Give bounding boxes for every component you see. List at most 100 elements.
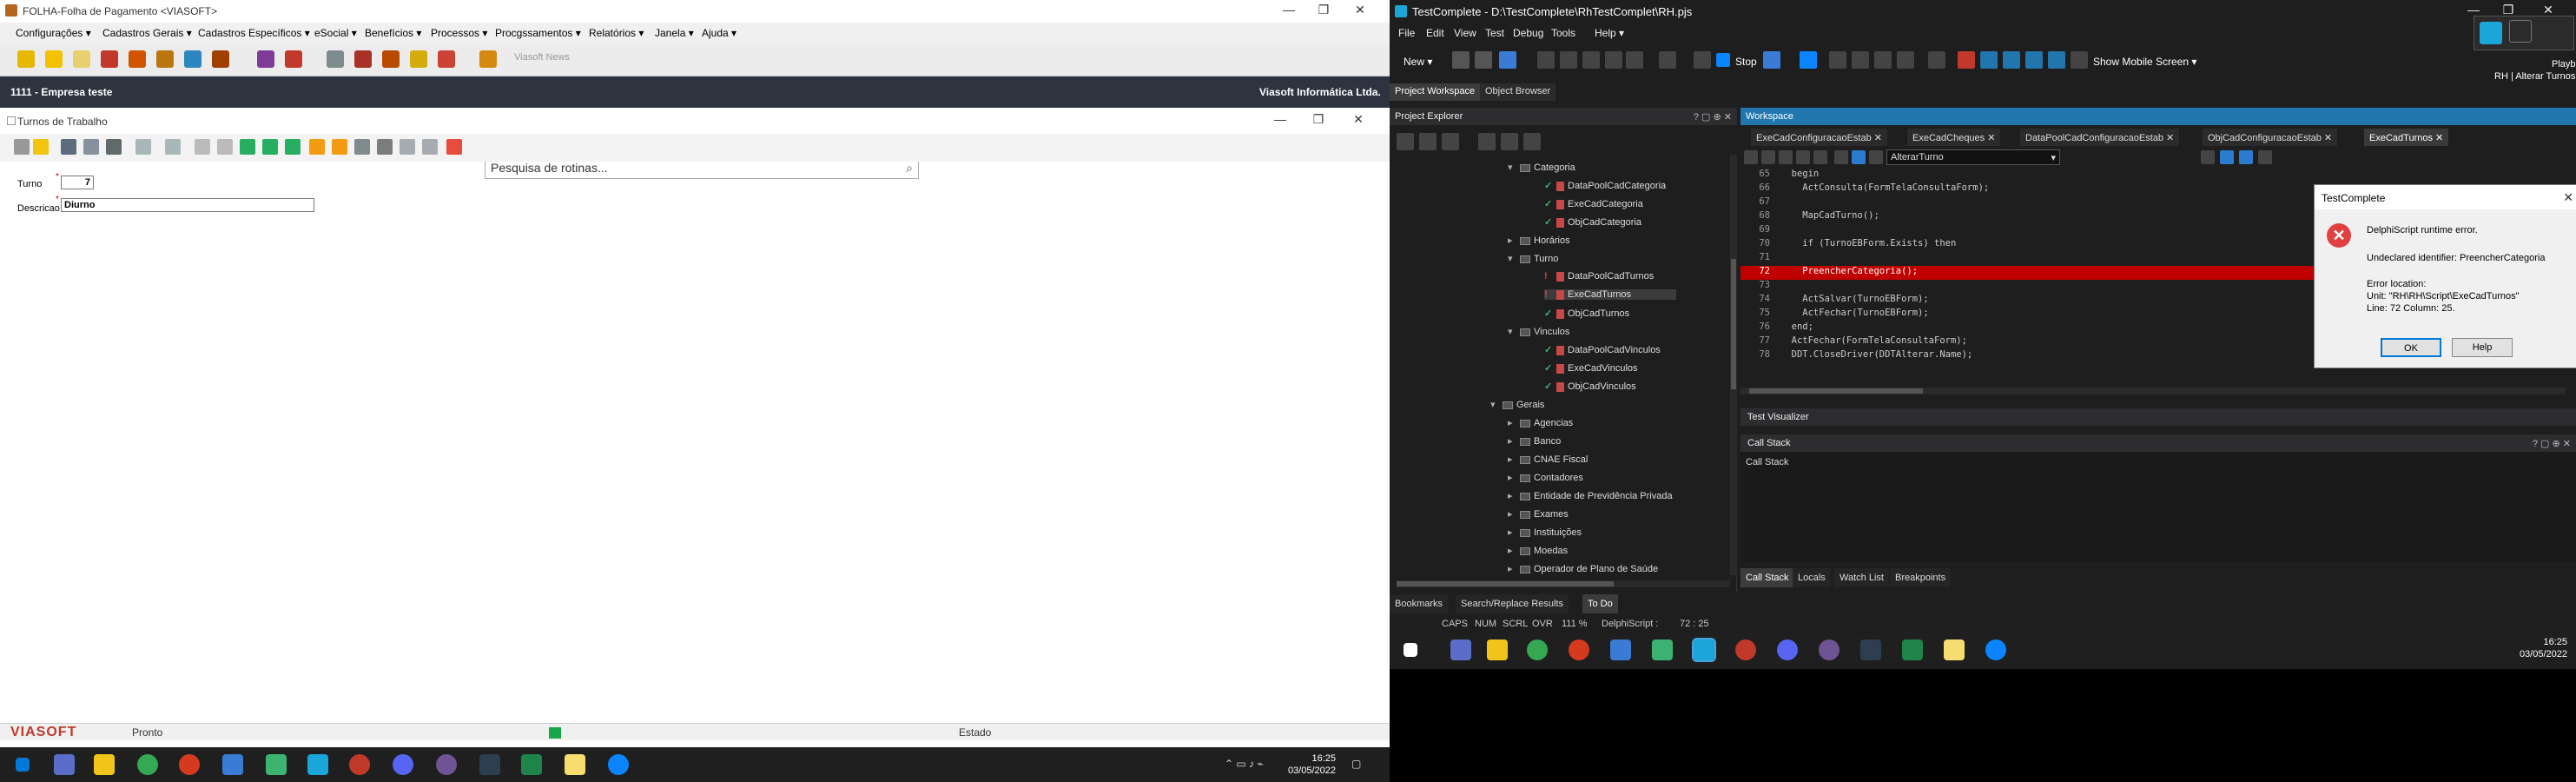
menu-view[interactable]: View [1454, 27, 1476, 39]
explorer-hscrollbar[interactable] [1397, 580, 1730, 587]
tree-folder[interactable]: ▸ Exames [1508, 508, 1569, 520]
debug-toggle-icon[interactable] [2220, 150, 2234, 164]
grid-icon[interactable] [61, 139, 76, 155]
tree-item[interactable]: ✓ ExeCadCategoria [1544, 198, 1643, 209]
briefcase-icon[interactable] [212, 50, 229, 68]
tree-folder[interactable]: ▾ Vinculos [1508, 326, 1569, 337]
delete-icon[interactable] [165, 139, 181, 155]
tree-folder[interactable]: ▸ Instituições [1508, 527, 1582, 538]
step-icon[interactable] [1829, 51, 1846, 69]
folder-icon[interactable] [17, 50, 35, 68]
person-icon[interactable] [285, 50, 302, 68]
tree-folder[interactable]: ▸ Agencias [1508, 417, 1573, 428]
descricao-field[interactable]: Diurno [61, 198, 314, 212]
tab-breakpoints[interactable]: Breakpoints [1890, 568, 1952, 587]
chrome-icon[interactable] [137, 754, 158, 775]
step-into-icon[interactable] [1874, 51, 1892, 69]
github-icon[interactable] [436, 754, 457, 775]
close-button[interactable]: ✕ [1344, 3, 1376, 17]
sticky-icon[interactable] [565, 754, 585, 775]
sub-minimize-button[interactable]: — [1265, 112, 1296, 126]
app-red-icon[interactable] [1735, 640, 1756, 660]
menu-tools[interactable]: Tools [1551, 27, 1575, 39]
refresh-icon[interactable] [285, 139, 301, 155]
search-icon[interactable]: ⌕ [906, 161, 913, 176]
menu-help[interactable]: Help ▾ [1595, 27, 1624, 39]
tree-item[interactable]: ✓ ObjCadTurnos [1544, 308, 1629, 319]
notification-icon[interactable]: ▢ [1351, 758, 1361, 770]
app-icon[interactable] [479, 754, 500, 775]
bug-blue-icon[interactable] [1980, 51, 1998, 69]
new-button[interactable]: New ▾ [1404, 56, 1432, 68]
minimize-button[interactable]: — [1273, 3, 1305, 17]
chrome-icon[interactable] [1527, 640, 1548, 660]
tree-item[interactable]: ✓ ObjCadCategoria [1544, 216, 1641, 228]
sub-close-button[interactable]: ✕ [1343, 112, 1374, 127]
home-icon[interactable] [101, 50, 118, 68]
maximize-button[interactable]: ❐ [1308, 3, 1339, 17]
tree-folder[interactable]: ▸ Entidade de Previdência Privada [1508, 490, 1673, 501]
tree-item[interactable]: ✓ ObjCadVinculos [1544, 381, 1636, 392]
nav-icon[interactable] [14, 139, 30, 155]
add-item-icon[interactable] [1419, 133, 1437, 150]
add-icon[interactable] [83, 139, 99, 155]
menu-file[interactable]: File [1398, 27, 1415, 39]
taskbar-app-icon[interactable] [1450, 640, 1471, 660]
menu-debug[interactable]: Debug [1513, 27, 1543, 39]
user-icon[interactable] [257, 50, 274, 68]
menu-janela[interactable]: Janela ▾ [655, 27, 694, 39]
tree-folder[interactable]: ▾ Turno [1508, 253, 1558, 264]
tools-icon[interactable] [327, 50, 344, 68]
tab-object-browser[interactable]: Object Browser [1480, 83, 1556, 101]
menu-ajuda[interactable]: Ajuda ▾ [702, 27, 736, 39]
tree-item[interactable]: ✓ DataPoolCadCategoria [1544, 180, 1666, 191]
filter-icon[interactable] [309, 139, 325, 155]
tab-bookmarks[interactable]: Bookmarks [1390, 594, 1449, 613]
stop-button[interactable]: Stop [1735, 56, 1757, 68]
checkpoint-icon[interactable] [1560, 51, 1577, 69]
tree-folder[interactable]: ▸ Horários [1508, 235, 1570, 246]
run-routine-icon[interactable] [2258, 150, 2272, 164]
save-icon[interactable] [106, 139, 122, 155]
tool-icon[interactable] [222, 754, 243, 775]
save-icon[interactable] [1475, 51, 1492, 69]
previous-icon[interactable] [217, 139, 233, 155]
notes-icon[interactable] [1902, 640, 1923, 660]
run-icon[interactable] [1659, 51, 1676, 69]
tab-todo[interactable]: To Do [1582, 594, 1618, 613]
tree-item[interactable]: ✓ ExeCadVinculos [1544, 362, 1638, 374]
testcomplete-icon[interactable] [307, 754, 328, 775]
next-icon[interactable] [240, 139, 255, 155]
tree-item-selected[interactable]: ! ExeCadTurnos [1544, 289, 1676, 300]
tree-folder[interactable]: ▸ CNAE Fiscal [1508, 454, 1588, 465]
play-icon[interactable] [1694, 51, 1711, 69]
editor-tab-active[interactable]: ExeCadTurnos ✕ [2364, 129, 2449, 146]
bug-web-icon[interactable] [2048, 51, 2065, 69]
edge-icon[interactable] [1985, 640, 2006, 660]
star-icon[interactable] [45, 50, 63, 68]
grid-icon[interactable] [1928, 51, 1945, 69]
back-icon[interactable] [1852, 150, 1866, 164]
dots-icon[interactable] [1652, 640, 1673, 660]
routine-dropdown[interactable]: AlterarTurno ▾ [1886, 149, 2060, 165]
explorer-scrollbar[interactable] [1730, 155, 1737, 575]
menu-processamentos[interactable]: Procgssamentos ▾ [495, 27, 581, 39]
map-icon[interactable] [1605, 51, 1622, 69]
editor-tab[interactable]: ExeCadConfiguracaoEstab ✕ [1751, 129, 1887, 146]
clock[interactable]: 16:25 03/05/2022 [1275, 752, 1336, 777]
help-button[interactable]: Help [2452, 338, 2513, 357]
new-record-icon[interactable] [33, 139, 49, 155]
menu-cadastros-gerais[interactable]: Cadastros Gerais ▾ [102, 27, 192, 39]
monitor-icon[interactable] [184, 50, 201, 68]
record-icon[interactable] [1537, 51, 1555, 69]
debug-icon[interactable] [1763, 51, 1780, 69]
uncomment-icon[interactable] [1796, 150, 1810, 164]
start-icon[interactable] [16, 758, 30, 772]
settings-icon[interactable] [1523, 133, 1541, 150]
playback-indicator[interactable] [2474, 16, 2574, 50]
forward-icon[interactable] [1869, 150, 1883, 164]
sticky-icon[interactable] [1944, 640, 1965, 660]
check-icon[interactable] [2201, 150, 2215, 164]
tab-call-stack[interactable]: Call Stack [1740, 568, 1794, 587]
tray-icons[interactable]: ⌃ ▭ ♪ ⌁ [1225, 758, 1264, 770]
